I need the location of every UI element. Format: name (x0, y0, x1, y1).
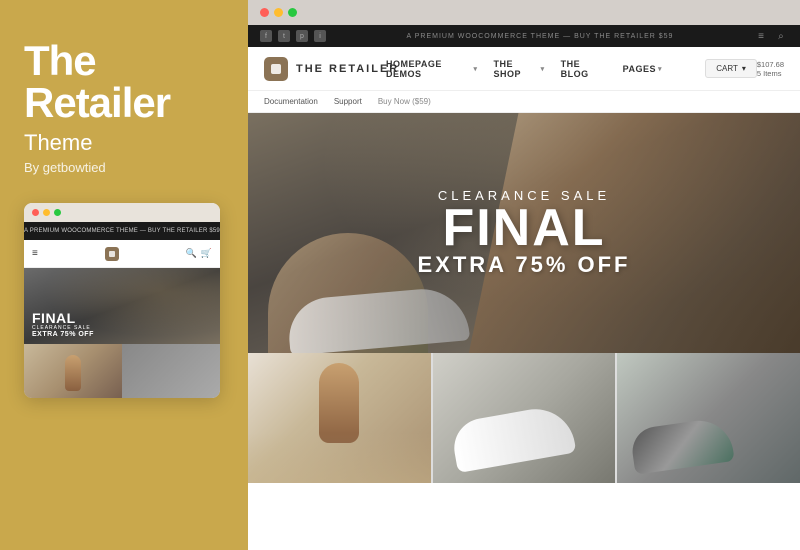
hero-text-block: CLEARANCE SALE FINAL EXTRA 75% OFF (418, 188, 631, 278)
mini-logo-icon (105, 247, 119, 261)
mini-navbar: ≡ 🔍 🛒 (24, 240, 220, 268)
thumb1-bg (248, 433, 431, 483)
subnav-documentation[interactable]: Documentation (264, 97, 318, 106)
cart-button[interactable]: CART ▾ (705, 59, 757, 78)
nav-arrow-icon: ▾ (658, 65, 662, 73)
theme-subtitle: Theme (24, 130, 92, 156)
site-logo-area: THE RETAILER (264, 57, 399, 81)
nav-arrow-icon: ▾ (473, 65, 477, 73)
mini-thumb-1 (24, 344, 122, 398)
mini-browser-chrome (24, 203, 220, 222)
thumbnail-2 (433, 353, 616, 483)
nav-arrow-icon: ▾ (541, 65, 545, 73)
mini-bottom-images (24, 344, 220, 398)
site-logo-icon (264, 57, 288, 81)
mini-topbar: A PREMIUM WOOCOMMERCE THEME — BUY THE RE… (24, 222, 220, 240)
mini-logo (105, 247, 119, 261)
dot-green-icon (54, 209, 61, 216)
site-thumbnails (248, 353, 800, 483)
site-logo-text: THE RETAILER (296, 63, 399, 75)
nav-pages[interactable]: PAGES ▾ (623, 64, 662, 74)
mini-cart-icon: 🛒 (201, 248, 212, 259)
topbar-search-icon[interactable]: ⌕ (774, 29, 788, 43)
theme-by: By getbowtied (24, 160, 106, 175)
cart-items: 5 Items (757, 69, 784, 78)
cart-info: $107.68 5 Items (757, 60, 784, 78)
topbar-menu-icon[interactable]: ≡ (754, 29, 768, 43)
site-navbar: THE RETAILER HOMEPAGE DEMOS ▾ THE SHOP ▾… (248, 47, 800, 91)
site-nav-links: HOMEPAGE DEMOS ▾ THE SHOP ▾ THE BLOG PAG… (386, 59, 662, 79)
mini-thumb-2 (122, 344, 220, 398)
mini-hamburger-icon: ≡ (32, 248, 38, 259)
pinterest-icon: p (296, 30, 308, 42)
mini-hero-text: FINAL CLEARANCE SALE EXTRA 75% OFF (32, 311, 94, 338)
site-topbar: f t p i A PREMIUM WOOCOMMERCE THEME — BU… (248, 25, 800, 47)
site-hero: CLEARANCE SALE FINAL EXTRA 75% OFF (248, 113, 800, 353)
left-panel: The Retailer Theme By getbowtied A PREMI… (0, 0, 248, 550)
hero-final-text: FINAL (418, 205, 631, 252)
mini-search-icon: 🔍 (186, 248, 197, 259)
mini-hero: FINAL CLEARANCE SALE EXTRA 75% OFF (24, 268, 220, 344)
browser-dot-yellow (274, 8, 283, 17)
browser-dot-green (288, 8, 297, 17)
dot-red-icon (32, 209, 39, 216)
topbar-right-icons: ≡ ⌕ (754, 29, 788, 43)
arm-shape (319, 363, 359, 443)
mini-nav-icons: 🔍 🛒 (186, 248, 212, 259)
subnav-buynow[interactable]: Buy Now ($59) (378, 97, 431, 106)
site-subnav: Documentation Support Buy Now ($59) (248, 91, 800, 113)
social-icons: f t p i (260, 30, 326, 42)
hero-extra-text: EXTRA 75% OFF (418, 252, 631, 278)
dot-yellow-icon (43, 209, 50, 216)
instagram-icon: i (314, 30, 326, 42)
theme-title: The Retailer (24, 40, 170, 124)
topbar-promo-text: A PREMIUM WOOCOMMERCE THEME — BUY THE RE… (407, 33, 674, 40)
shoe-shape-2 (449, 403, 576, 473)
nav-the-shop[interactable]: THE SHOP ▾ (494, 59, 545, 79)
cart-amount: $107.68 (757, 60, 784, 69)
twitter-icon: t (278, 30, 290, 42)
facebook-icon: f (260, 30, 272, 42)
thumbnail-1 (248, 353, 431, 483)
nav-the-blog[interactable]: THE BLOG (561, 59, 607, 79)
browser-chrome (248, 0, 800, 25)
cart-arrow-icon: ▾ (742, 64, 746, 73)
mini-browser-preview: A PREMIUM WOOCOMMERCE THEME — BUY THE RE… (24, 203, 220, 398)
subnav-support[interactable]: Support (334, 97, 362, 106)
cart-label: CART (716, 64, 738, 73)
cart-area[interactable]: CART ▾ $107.68 5 Items (705, 59, 784, 78)
shoe-shape-3 (630, 416, 735, 474)
browser-dot-red (260, 8, 269, 17)
thumbnail-3 (617, 353, 800, 483)
nav-homepage-demos[interactable]: HOMEPAGE DEMOS ▾ (386, 59, 478, 79)
main-browser: f t p i A PREMIUM WOOCOMMERCE THEME — BU… (248, 0, 800, 550)
